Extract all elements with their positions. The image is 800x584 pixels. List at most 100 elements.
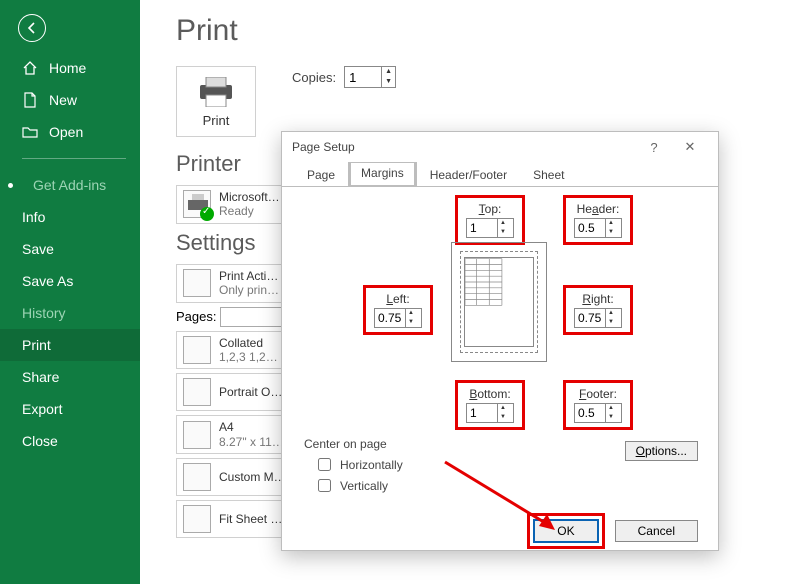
margin-left-spinner[interactable]: ▲▼ (374, 308, 422, 328)
margin-header-label: Header: (574, 202, 622, 216)
stack-icon (183, 336, 211, 364)
spinner-down-icon[interactable]: ▼ (606, 318, 616, 327)
nav-save[interactable]: Save (0, 233, 140, 265)
spinner-down-icon[interactable]: ▼ (498, 413, 508, 422)
nav-separator (22, 158, 126, 159)
center-horizontally[interactable]: Horizontally (314, 455, 403, 474)
printer-status: Ready (219, 204, 280, 218)
margin-left-input[interactable] (375, 309, 405, 327)
center-v-checkbox[interactable] (318, 479, 331, 492)
sheet-icon (183, 269, 211, 297)
nav-label: History (22, 305, 66, 321)
printer-name: Microsoft… (219, 190, 280, 204)
open-icon (22, 124, 38, 140)
margin-right-label: Right: (574, 292, 622, 306)
spinner-up-icon[interactable]: ▲ (498, 219, 508, 228)
printer-icon (196, 77, 236, 107)
margin-footer-spinner[interactable]: ▲▼ (574, 403, 622, 423)
pages-label: Pages: (176, 309, 216, 324)
copies-spinner[interactable]: ▲▼ (344, 66, 396, 88)
nav-label: Save (22, 241, 54, 257)
margin-footer-label: Footer: (574, 387, 622, 401)
nav-print[interactable]: Print (0, 329, 140, 361)
nav-info[interactable]: Info (0, 201, 140, 233)
tab-page[interactable]: Page (294, 162, 348, 187)
copies-input[interactable] (345, 67, 381, 87)
margin-footer-group: Footer: ▲▼ (563, 380, 633, 430)
nav-new[interactable]: New (0, 84, 140, 116)
margin-right-spinner[interactable]: ▲▼ (574, 308, 622, 328)
nav-label: Print (22, 337, 51, 353)
margin-footer-input[interactable] (575, 404, 605, 422)
nav-label: Open (49, 124, 83, 140)
dialog-title: Page Setup (292, 140, 355, 154)
spinner-up-icon[interactable]: ▲ (606, 309, 616, 318)
center-on-page-group: Center on page Horizontally Vertically (304, 437, 403, 497)
margin-bottom-group: Bottom: ▲▼ (455, 380, 525, 430)
nav-label: Export (22, 401, 62, 417)
nav-close[interactable]: Close (0, 425, 140, 457)
spinner-down-icon[interactable]: ▼ (606, 228, 616, 237)
margin-bottom-spinner[interactable]: ▲▼ (466, 403, 514, 423)
page-setup-dialog: Page Setup ? ✕ Page Margins Header/Foote… (281, 131, 719, 551)
back-button[interactable] (18, 14, 46, 42)
print-button[interactable]: Print (176, 66, 256, 137)
dialog-help-button[interactable]: ? (636, 132, 672, 162)
nav-label: Share (22, 369, 59, 385)
page-title: Print (176, 14, 800, 48)
orientation-icon (183, 378, 211, 406)
cancel-button[interactable]: Cancel (615, 520, 698, 542)
margin-bottom-input[interactable] (467, 404, 497, 422)
nav-share[interactable]: Share (0, 361, 140, 393)
spinner-up-icon[interactable]: ▲ (498, 404, 508, 413)
nav-export[interactable]: Export (0, 393, 140, 425)
spinner-down-icon[interactable]: ▼ (382, 77, 395, 87)
nav-label: Close (22, 433, 58, 449)
margin-header-group: Header: ▲▼ (563, 195, 633, 245)
dialog-close-button[interactable]: ✕ (672, 132, 708, 162)
margin-right-group: Right: ▲▼ (563, 285, 633, 335)
copies-label: Copies: (292, 70, 336, 85)
spinner-down-icon[interactable]: ▼ (606, 413, 616, 422)
preview-grid-icon (465, 258, 533, 306)
new-icon (22, 92, 38, 108)
tab-margins[interactable]: Margins (348, 162, 417, 187)
margin-top-spinner[interactable]: ▲▼ (466, 218, 514, 238)
nav-label: Info (22, 209, 45, 225)
spinner-up-icon[interactable]: ▲ (606, 404, 616, 413)
ok-button[interactable]: OK (533, 519, 598, 543)
spinner-up-icon[interactable]: ▲ (382, 67, 395, 77)
center-h-checkbox[interactable] (318, 458, 331, 471)
margin-right-input[interactable] (575, 309, 605, 327)
nav-home[interactable]: Home (0, 52, 140, 84)
spinner-up-icon[interactable]: ▲ (606, 219, 616, 228)
margin-top-input[interactable] (467, 219, 497, 237)
ok-highlight: OK (527, 513, 604, 549)
spinner-down-icon[interactable]: ▼ (498, 228, 508, 237)
margin-bottom-label: Bottom: (466, 387, 514, 401)
nav-open[interactable]: Open (0, 116, 140, 148)
nav-save-as[interactable]: Save As (0, 265, 140, 297)
back-arrow-icon (25, 21, 39, 35)
printer-status-icon (183, 190, 211, 218)
margin-left-label: Left: (374, 292, 422, 306)
spinner-down-icon[interactable]: ▼ (406, 318, 416, 327)
tab-header-footer[interactable]: Header/Footer (417, 162, 520, 187)
nav-get-addins[interactable]: Get Add-ins (0, 169, 140, 201)
sidebar: Home New Open Get Add-ins Info Save Save… (0, 0, 140, 584)
nav-label: Home (49, 60, 86, 76)
margin-header-input[interactable] (575, 219, 605, 237)
nav-label: Save As (22, 273, 73, 289)
scaling-icon (183, 505, 211, 533)
spinner-up-icon[interactable]: ▲ (406, 309, 416, 318)
margins-icon (183, 463, 211, 491)
nav-history[interactable]: History (0, 297, 140, 329)
home-icon (22, 60, 38, 76)
center-vertically[interactable]: Vertically (314, 476, 403, 495)
tab-sheet[interactable]: Sheet (520, 162, 577, 187)
options-button[interactable]: Options... (625, 441, 698, 461)
tab-strip: Page Margins Header/Footer Sheet (282, 162, 718, 187)
margin-left-group: Left: ▲▼ (363, 285, 433, 335)
margin-top-group: Top: ▲▼ (455, 195, 525, 245)
margin-header-spinner[interactable]: ▲▼ (574, 218, 622, 238)
